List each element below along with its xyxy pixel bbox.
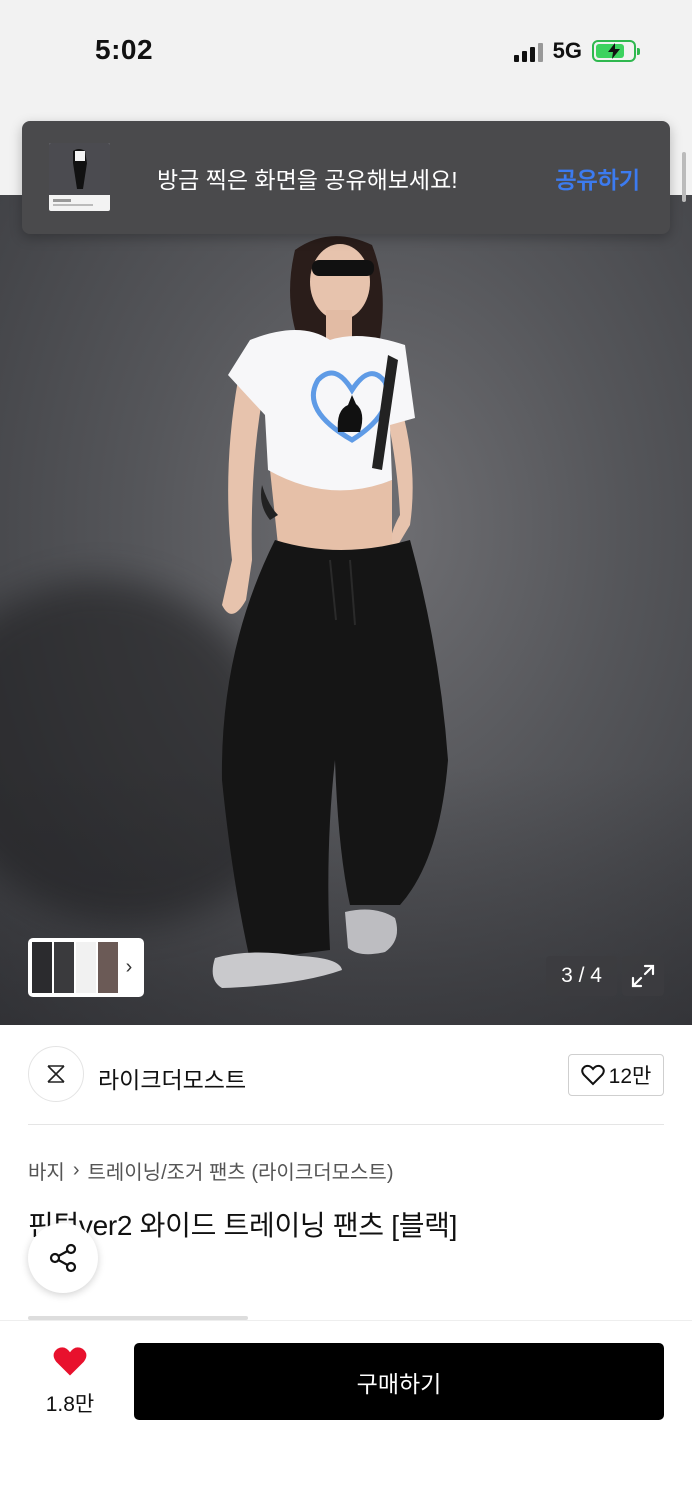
- status-indicators: 5G: [513, 38, 640, 64]
- breadcrumb-separator: ›: [72, 1159, 80, 1181]
- share-toast: 방금 찍은 화면을 공유해보세요! 공유하기: [22, 121, 670, 234]
- chevron-right-icon[interactable]: ›: [118, 956, 140, 979]
- screenshot-thumbnail[interactable]: [49, 143, 110, 211]
- toast-share-button[interactable]: 공유하기: [555, 161, 640, 195]
- brand-logo[interactable]: [28, 1046, 84, 1102]
- heart-outline-icon: [580, 1064, 605, 1086]
- thumbnail-images[interactable]: [32, 942, 118, 993]
- buy-button[interactable]: 구매하기: [134, 1343, 664, 1420]
- breadcrumb: 바지 › 트레이닝/조거 팬츠 (라이크더모스트): [28, 1156, 393, 1185]
- heart-filled-icon: [53, 1347, 87, 1376]
- product-image[interactable]: [0, 195, 692, 1025]
- breadcrumb-category[interactable]: 바지: [28, 1156, 65, 1185]
- bottom-action-bar: 1.8만 구매하기: [0, 1320, 692, 1500]
- brand-row[interactable]: 라이크더모스트 12만: [28, 1046, 664, 1104]
- image-counter: 3 / 4: [546, 956, 617, 996]
- share-button[interactable]: [28, 1223, 98, 1293]
- wishlist-count: 1.8만: [45, 1393, 95, 1416]
- share-icon: [49, 1243, 77, 1273]
- scroll-indicator[interactable]: [682, 152, 686, 202]
- signal-icon: [513, 40, 543, 62]
- brand-like-count: 12만: [608, 1065, 652, 1088]
- toast-message: 방금 찍은 화면을 공유해보세요!: [157, 167, 458, 193]
- breadcrumb-subcategory[interactable]: 트레이닝/조거 팬츠 (라이크더모스트): [87, 1156, 393, 1185]
- network-label: 5G: [552, 38, 582, 63]
- status-bar: 5:02 5G: [0, 0, 692, 100]
- brand-name[interactable]: 라이크더모스트: [98, 1061, 246, 1095]
- battery-charging-icon: [592, 40, 640, 62]
- status-time: 5:02: [95, 34, 154, 65]
- wishlist-button[interactable]: 1.8만: [40, 1345, 100, 1418]
- expand-icon[interactable]: [622, 956, 664, 996]
- brand-like-button[interactable]: 12만: [568, 1054, 664, 1096]
- divider: [28, 1124, 664, 1125]
- thumbnail-strip[interactable]: ›: [28, 938, 144, 997]
- model-illustration: [212, 236, 448, 988]
